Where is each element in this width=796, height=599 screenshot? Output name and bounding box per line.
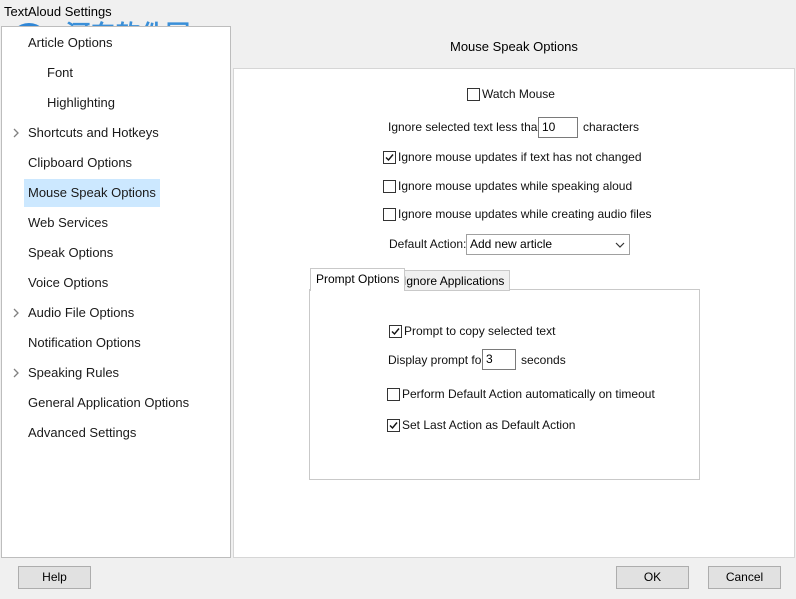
ignore-speaking-label: Ignore mouse updates while speaking alou… <box>398 179 633 193</box>
checkmark-icon <box>391 328 400 336</box>
characters-label: characters <box>583 120 640 134</box>
ignore-creating-label: Ignore mouse updates while creating audi… <box>398 207 652 221</box>
tab-prompt-options[interactable]: Prompt Options <box>310 268 406 291</box>
sidebar-item-speaking-rules[interactable]: Speaking Rules <box>24 359 123 387</box>
ignore-unchanged-label: Ignore mouse updates if text has not cha… <box>398 150 642 164</box>
default-action-select[interactable]: Add new article <box>466 234 630 255</box>
sidebar-item-mouse-speak[interactable]: Mouse Speak Options <box>24 179 160 207</box>
display-prompt-label: Display prompt for <box>388 353 486 367</box>
sidebar-item-advanced[interactable]: Advanced Settings <box>24 419 140 447</box>
checkmark-icon <box>385 154 394 162</box>
chevron-right-icon[interactable] <box>11 308 21 318</box>
sidebar-item-article-options[interactable]: Article Options <box>24 29 117 57</box>
last-action-default-label: Set Last Action as Default Action <box>402 418 576 432</box>
sidebar-item-speak-options[interactable]: Speak Options <box>24 239 117 267</box>
checkmark-icon <box>389 422 398 430</box>
chevron-right-icon[interactable] <box>11 368 21 378</box>
sidebar-item-shortcuts[interactable]: Shortcuts and Hotkeys <box>24 119 163 147</box>
ok-button[interactable]: OK <box>616 566 689 589</box>
ignore-less-than-label: Ignore selected text less than <box>388 120 545 134</box>
default-action-value: Add new article <box>470 237 553 251</box>
settings-nav: Article Options Font Highlighting Shortc… <box>1 26 231 558</box>
watch-mouse-label: Watch Mouse <box>482 87 555 101</box>
panel-title: Mouse Speak Options <box>450 39 578 54</box>
ignore-creating-checkbox[interactable] <box>383 208 396 221</box>
chevron-right-icon[interactable] <box>11 128 21 138</box>
default-action-label: Default Action: <box>389 237 467 251</box>
sidebar-item-voice-options[interactable]: Voice Options <box>24 269 112 297</box>
min-characters-input[interactable]: 10 <box>538 117 578 138</box>
prompt-seconds-input[interactable]: 3 <box>482 349 516 370</box>
sidebar-item-highlighting[interactable]: Highlighting <box>43 89 119 117</box>
sidebar-item-web-services[interactable]: Web Services <box>24 209 112 237</box>
auto-timeout-label: Perform Default Action automatically on … <box>402 387 655 401</box>
watch-mouse-checkbox[interactable] <box>467 88 480 101</box>
sidebar-item-notification[interactable]: Notification Options <box>24 329 145 357</box>
sidebar-item-clipboard[interactable]: Clipboard Options <box>24 149 136 177</box>
sidebar-item-font[interactable]: Font <box>43 59 77 87</box>
tab-ignore-applications[interactable]: Ignore Applications <box>397 270 511 291</box>
prompt-copy-checkbox[interactable] <box>389 325 402 338</box>
ignore-unchanged-checkbox[interactable] <box>383 151 396 164</box>
cancel-button[interactable]: Cancel <box>708 566 781 589</box>
auto-timeout-checkbox[interactable] <box>387 388 400 401</box>
window-title: TextAloud Settings <box>4 4 112 19</box>
ignore-speaking-checkbox[interactable] <box>383 180 396 193</box>
chevron-down-icon <box>615 242 625 248</box>
prompt-options-tab-panel <box>309 289 700 480</box>
sidebar-item-general[interactable]: General Application Options <box>24 389 193 417</box>
help-button[interactable]: Help <box>18 566 91 589</box>
last-action-default-checkbox[interactable] <box>387 419 400 432</box>
prompt-copy-label: Prompt to copy selected text <box>404 324 556 338</box>
sidebar-item-audio-file[interactable]: Audio File Options <box>24 299 138 327</box>
seconds-label: seconds <box>521 353 566 367</box>
